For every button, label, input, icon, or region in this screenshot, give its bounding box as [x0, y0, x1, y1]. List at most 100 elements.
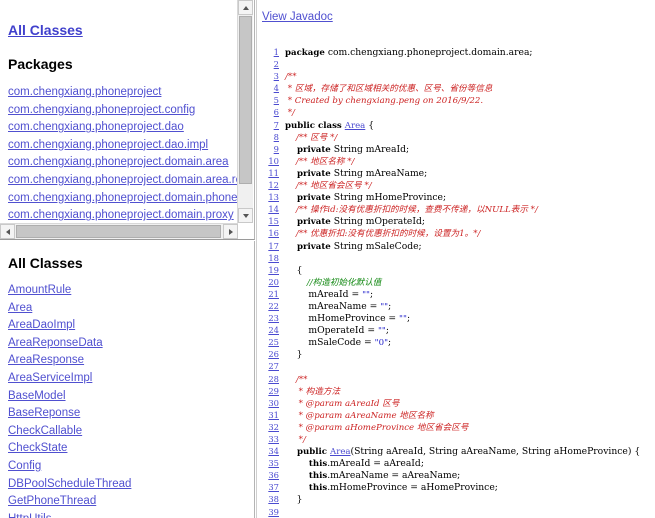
scroll-left-button[interactable]	[0, 224, 15, 239]
line-number-anchor[interactable]: 31	[257, 409, 279, 421]
line-number-anchor[interactable]: 26	[257, 348, 279, 360]
line-number-anchor[interactable]: 30	[257, 397, 279, 409]
line-number-anchor[interactable]: 38	[257, 493, 279, 505]
code-token: /** 操作id:没有优惠折扣的时候，查费不传递，以NULL表示 */	[285, 205, 538, 216]
line-number-anchor[interactable]: 1	[257, 46, 279, 58]
line-number-anchor[interactable]: 34	[257, 445, 279, 457]
scrollbar-thumb[interactable]	[239, 16, 252, 184]
line-number-anchor[interactable]: 17	[257, 240, 279, 252]
list-item: com.chengxiang.phoneproject.domain.phone	[8, 189, 238, 207]
line-number-anchor[interactable]: 16	[257, 227, 279, 239]
code-line: 31 * @param aAreaName 地区名称	[257, 409, 655, 421]
line-number-anchor[interactable]: 3	[257, 70, 279, 82]
line-number-anchor[interactable]: 18	[257, 252, 279, 264]
line-number-anchor[interactable]: 4	[257, 82, 279, 94]
package-link[interactable]: com.chengxiang.phoneproject	[8, 86, 161, 98]
code-token: .mAreaId = aAreaId;	[327, 458, 424, 470]
line-number-anchor[interactable]: 11	[257, 167, 279, 179]
code-token: /** 优惠折扣:没有优惠折扣的时候，设置为1。*/	[285, 229, 481, 240]
code-token: ""	[399, 314, 407, 325]
class-link[interactable]: Config	[8, 460, 41, 472]
line-number-anchor[interactable]: 27	[257, 360, 279, 372]
line-number-anchor[interactable]: 19	[257, 264, 279, 276]
code-line: 33 */	[257, 433, 655, 445]
class-link[interactable]: CheckCallable	[8, 425, 82, 437]
line-number-anchor[interactable]: 20	[257, 276, 279, 288]
class-link[interactable]: CheckState	[8, 442, 67, 454]
class-link[interactable]: HttpUtils	[8, 513, 51, 518]
line-number-anchor[interactable]: 32	[257, 421, 279, 433]
class-link[interactable]: AreaServiceImpl	[8, 372, 92, 384]
line-number-anchor[interactable]: 36	[257, 469, 279, 481]
code-token: String mHomeProvince;	[333, 192, 447, 204]
code-line: 1 package com.chengxiang.phoneproject.dom…	[257, 46, 655, 58]
line-number-anchor[interactable]: 14	[257, 203, 279, 215]
all-classes-list: AmountRule Area AreaDaoImpl AreaReponseData…	[8, 281, 254, 518]
type-reference-link[interactable]: Area	[345, 121, 366, 131]
line-number-anchor[interactable]: 24	[257, 324, 279, 336]
line-number-anchor[interactable]: 23	[257, 312, 279, 324]
line-number-anchor[interactable]: 6	[257, 106, 279, 118]
line-number-anchor[interactable]: 7	[257, 119, 279, 131]
line-number-anchor[interactable]: 2	[257, 58, 279, 70]
class-link[interactable]: GetPhoneThread	[8, 495, 96, 507]
line-number-anchor[interactable]: 15	[257, 215, 279, 227]
line-number-anchor[interactable]: 10	[257, 155, 279, 167]
chevron-left-icon	[5, 228, 10, 235]
code-line: 3 /**	[257, 70, 655, 82]
class-link[interactable]: Area	[8, 302, 32, 314]
line-number-anchor[interactable]: 37	[257, 481, 279, 493]
code-line: 6 */	[257, 106, 655, 118]
line-number-anchor[interactable]: 22	[257, 300, 279, 312]
code-token: /**	[285, 72, 297, 83]
all-classes-link[interactable]: All Classes	[8, 22, 83, 38]
type-reference-link[interactable]: Area	[330, 447, 351, 457]
line-number-anchor[interactable]: 9	[257, 143, 279, 155]
line-number-anchor[interactable]: 28	[257, 373, 279, 385]
package-link[interactable]: com.chengxiang.phoneproject.dao.impl	[8, 139, 208, 151]
line-number-anchor[interactable]: 39	[257, 506, 279, 518]
class-link[interactable]: BaseModel	[8, 390, 66, 402]
line-number-anchor[interactable]: 25	[257, 336, 279, 348]
package-link[interactable]: com.chengxiang.phoneproject.domain.proxy	[8, 209, 234, 221]
packages-vertical-scrollbar[interactable]	[237, 0, 253, 223]
view-javadoc-link[interactable]: View Javadoc	[262, 11, 333, 23]
line-number-anchor[interactable]: 5	[257, 94, 279, 106]
code-token: this	[285, 459, 328, 470]
list-item: BaseModel	[8, 387, 254, 405]
package-link[interactable]: com.chengxiang.phoneproject.domain.phone	[8, 192, 238, 204]
class-link[interactable]: AreaReponseData	[8, 337, 103, 349]
class-link[interactable]: BaseReponse	[8, 407, 80, 419]
scrollbar-thumb[interactable]	[16, 225, 221, 238]
line-number-anchor[interactable]: 33	[257, 433, 279, 445]
class-link[interactable]: AmountRule	[8, 284, 71, 296]
code-token: * 构造方法	[285, 386, 341, 397]
scroll-up-button[interactable]	[238, 0, 253, 15]
code-token: mOperateId =	[285, 325, 378, 337]
line-number-anchor[interactable]: 29	[257, 385, 279, 397]
list-item: Config	[8, 457, 254, 475]
class-link[interactable]: AreaDaoImpl	[8, 319, 75, 331]
packages-horizontal-scrollbar[interactable]	[0, 223, 238, 239]
package-link[interactable]: com.chengxiang.phoneproject.domain.area	[8, 156, 229, 168]
code-token: private	[285, 168, 334, 179]
class-link[interactable]: DBPoolScheduleThread	[8, 478, 131, 490]
line-number-anchor[interactable]: 21	[257, 288, 279, 300]
list-item: AmountRule	[8, 281, 254, 299]
code-line: 27	[257, 360, 655, 372]
package-link[interactable]: com.chengxiang.phoneproject.domain.area.…	[8, 174, 238, 186]
line-number-anchor[interactable]: 8	[257, 131, 279, 143]
list-item: com.chengxiang.phoneproject.dao	[8, 118, 238, 136]
line-number-anchor[interactable]: 13	[257, 191, 279, 203]
scroll-down-button[interactable]	[238, 208, 253, 223]
line-number-anchor[interactable]: 35	[257, 457, 279, 469]
list-item: AreaServiceImpl	[8, 369, 254, 387]
package-link[interactable]: com.chengxiang.phoneproject.dao	[8, 121, 184, 133]
line-number-anchor[interactable]: 12	[257, 179, 279, 191]
list-item: AreaDaoImpl	[8, 316, 254, 334]
scroll-right-button[interactable]	[223, 224, 238, 239]
code-token: private	[285, 217, 334, 228]
package-link[interactable]: com.chengxiang.phoneproject.config	[8, 104, 195, 116]
class-link[interactable]: AreaResponse	[8, 354, 84, 366]
code-token: private	[285, 193, 334, 204]
